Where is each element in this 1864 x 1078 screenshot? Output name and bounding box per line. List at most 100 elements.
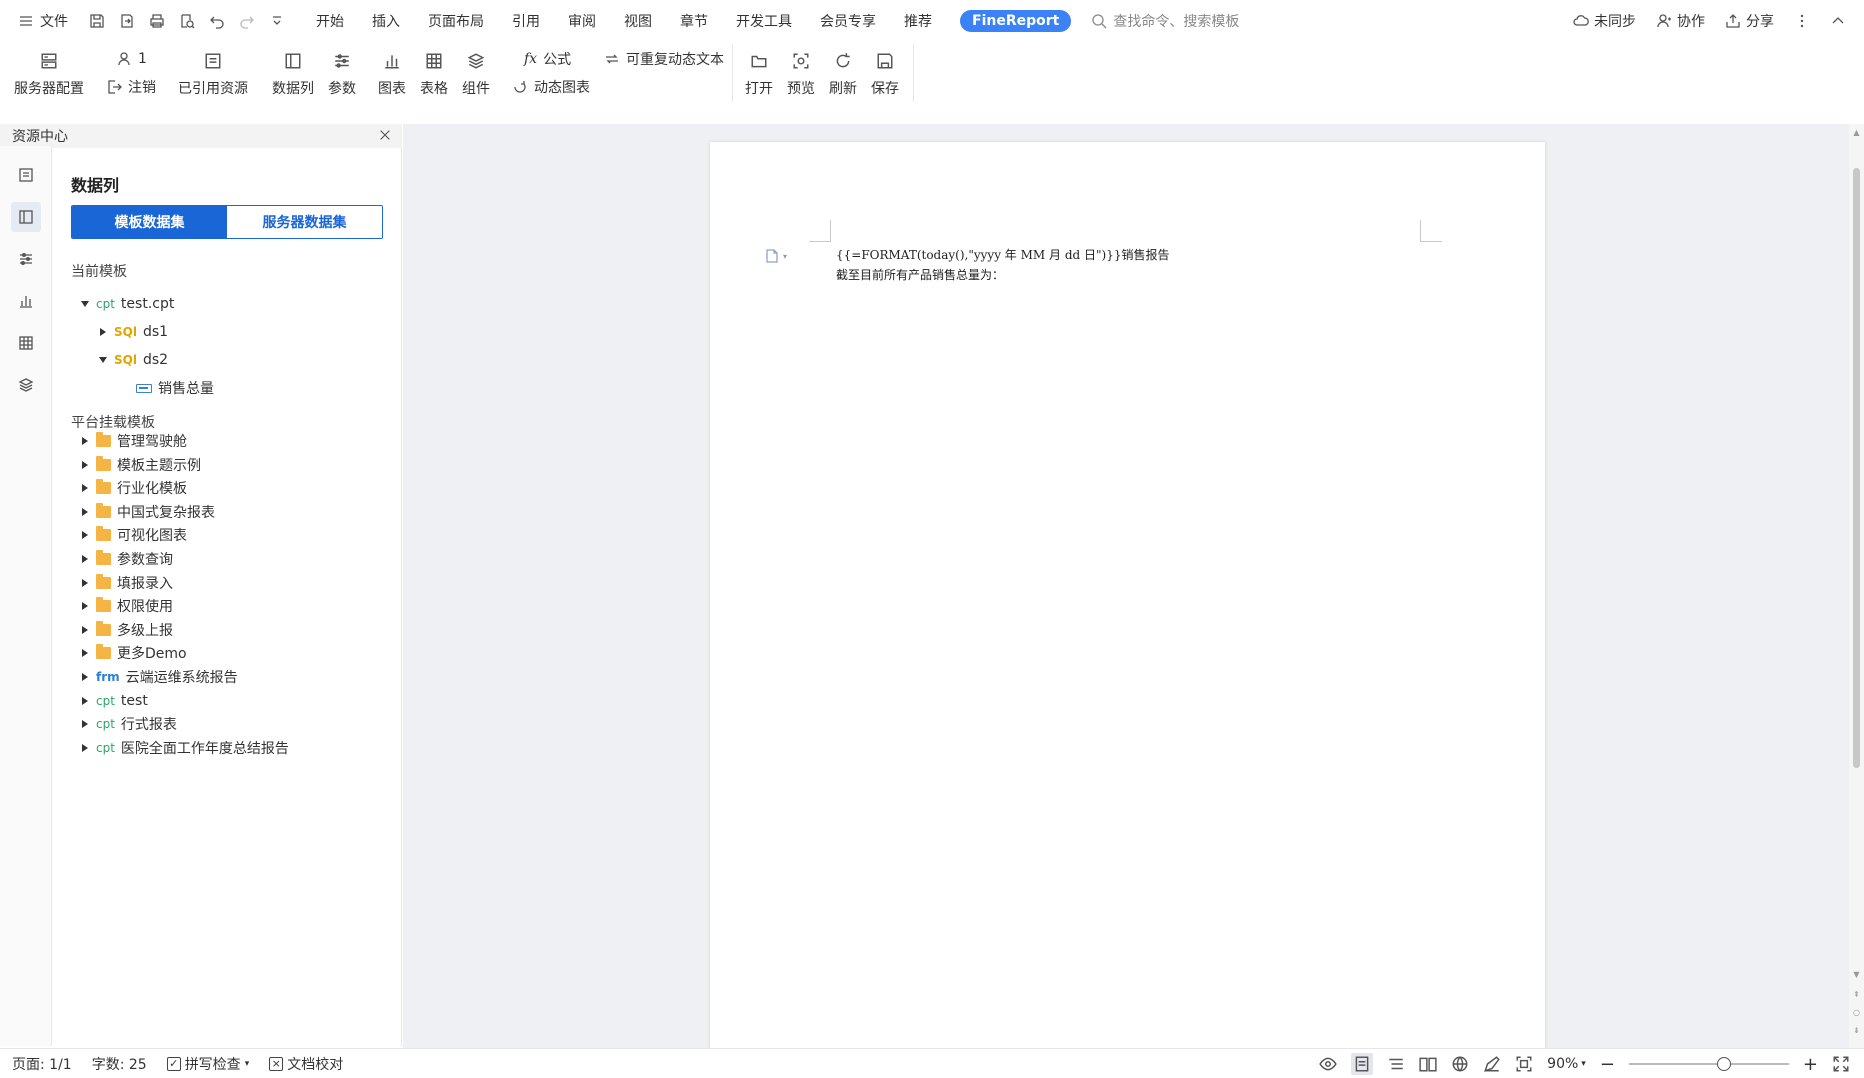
tree-node-ds1[interactable]: SQl ds1	[98, 321, 168, 343]
scroll-down-icon[interactable]: ▼	[1852, 970, 1861, 979]
document-page[interactable]: ▾ {{=FORMAT(today(),"yyyy 年 MM 月 dd 日")}…	[710, 142, 1545, 1062]
fit-page-icon[interactable]	[1515, 1055, 1533, 1073]
dynamic-chart-button[interactable]: 动态图表	[512, 76, 590, 98]
web-view-icon[interactable]	[1451, 1055, 1469, 1073]
vertical-scrollbar[interactable]: ▲ ▼ ⇞ ○ ⇟	[1849, 124, 1864, 1048]
component-button[interactable]: 组件	[462, 42, 490, 98]
open-button[interactable]: 打开	[745, 42, 773, 98]
platform-tree-item[interactable]: 行业化模板	[80, 477, 187, 499]
tree-node-field-sales-total[interactable]: 销售总量	[136, 377, 214, 399]
data-column-label: 数据列	[272, 81, 314, 97]
print-icon[interactable]	[148, 12, 166, 30]
platform-tree-item[interactable]: 可视化图表	[80, 524, 187, 546]
page-count[interactable]: 页面: 1/1	[12, 1054, 72, 1074]
sync-status[interactable]: 未同步	[1573, 11, 1636, 31]
platform-tree-item[interactable]: cpt test	[80, 690, 148, 712]
scrollbar-thumb[interactable]	[1853, 168, 1860, 768]
rail-chart[interactable]	[0, 280, 52, 322]
proofread-button[interactable]: × 文档校对	[269, 1054, 343, 1074]
tab-references[interactable]: 引用	[512, 11, 540, 31]
scroll-up-icon[interactable]: ▲	[1852, 128, 1861, 137]
platform-tree-item[interactable]: cpt 医院全面工作年度总结报告	[80, 737, 289, 759]
undo-icon[interactable]	[208, 12, 226, 30]
dynamic-chart-icon	[512, 79, 528, 95]
document-line-summary[interactable]: 截至目前所有产品销售总量为：	[836, 266, 1004, 283]
word-count[interactable]: 字数: 25	[92, 1054, 147, 1074]
platform-tree-item[interactable]: 参数查询	[80, 548, 173, 570]
zoom-out-icon[interactable]: −	[1600, 1054, 1615, 1075]
platform-tree-item[interactable]: 权限使用	[80, 595, 173, 617]
print-preview-icon[interactable]	[178, 12, 196, 30]
tab-member[interactable]: 会员专享	[820, 11, 876, 31]
formula-button[interactable]: fx 公式	[512, 48, 590, 70]
platform-tree-item[interactable]: 更多Demo	[80, 642, 187, 664]
reading-mode-icon[interactable]	[1419, 1055, 1437, 1073]
save-button[interactable]: 保存	[871, 42, 899, 98]
tree-node-test-cpt[interactable]: cpt test.cpt	[80, 293, 174, 315]
close-icon[interactable]	[378, 128, 392, 142]
chart-button[interactable]: 图表	[378, 42, 406, 98]
zoom-level[interactable]: 90% ▾	[1547, 1056, 1586, 1072]
tab-review[interactable]: 审阅	[568, 11, 596, 31]
data-column-button[interactable]: 数据列	[272, 42, 314, 98]
zoom-slider[interactable]	[1628, 1057, 1789, 1071]
tab-start[interactable]: 开始	[316, 11, 344, 31]
zoom-in-icon[interactable]: +	[1803, 1054, 1818, 1075]
rail-params[interactable]	[0, 238, 52, 280]
server-config-button[interactable]: 服务器配置	[14, 42, 84, 98]
server-dataset-tab[interactable]: 服务器数据集	[227, 206, 382, 238]
tab-page-layout[interactable]: 页面布局	[428, 11, 484, 31]
tab-chapter[interactable]: 章节	[680, 11, 708, 31]
platform-tree-item[interactable]: 填报录入	[80, 572, 173, 594]
fullscreen-icon[interactable]	[1832, 1055, 1850, 1073]
tab-insert[interactable]: 插入	[372, 11, 400, 31]
rail-component[interactable]	[0, 364, 52, 406]
prev-page-icon[interactable]: ⇞	[1852, 990, 1861, 999]
redo-icon[interactable]	[238, 12, 256, 30]
eye-protection-icon[interactable]	[1319, 1055, 1337, 1073]
preview-button[interactable]: 预览	[787, 42, 815, 98]
collapse-ribbon-icon[interactable]	[1830, 13, 1846, 29]
logout-button[interactable]: 注销	[106, 76, 156, 98]
spellcheck-button[interactable]: ✓ 拼写检查 ▾	[166, 1054, 249, 1074]
table-button[interactable]: 表格	[420, 42, 448, 98]
tab-finereport[interactable]: FineReport	[960, 10, 1072, 32]
customize-toolbar-icon[interactable]	[268, 12, 286, 30]
pen-icon[interactable]	[1483, 1055, 1501, 1073]
export-icon[interactable]	[118, 12, 136, 30]
rail-table[interactable]	[0, 322, 52, 364]
more-options-icon[interactable]	[1794, 13, 1810, 29]
command-search[interactable]: 查找命令、搜索模板	[1091, 11, 1239, 31]
paragraph-options-button[interactable]: ▾	[764, 248, 787, 264]
platform-tree-item[interactable]: 中国式复杂报表	[80, 501, 215, 523]
platform-tree-item[interactable]: 多级上报	[80, 619, 173, 641]
select-browse-icon[interactable]: ○	[1852, 1008, 1861, 1017]
file-menu[interactable]: 文件	[14, 7, 72, 35]
tab-developer[interactable]: 开发工具	[736, 11, 792, 31]
sql-dataset-icon: SQl	[114, 325, 137, 339]
save-icon[interactable]	[88, 12, 106, 30]
platform-tree-item[interactable]: 模板主题示例	[80, 454, 201, 476]
tab-recommend[interactable]: 推荐	[904, 11, 932, 31]
repeatable-text-button[interactable]: 可重复动态文本	[604, 48, 724, 70]
document-line-formula[interactable]: {{=FORMAT(today(),"yyyy 年 MM 月 dd 日")}}销…	[836, 246, 1169, 263]
page-view-icon[interactable]	[1351, 1053, 1374, 1075]
platform-tree-item[interactable]: cpt 行式报表	[80, 713, 177, 735]
tree-node-ds2[interactable]: SQl ds2	[98, 349, 168, 371]
sql-dataset-icon: SQl	[114, 353, 137, 367]
zoom-slider-handle[interactable]	[1716, 1057, 1731, 1071]
template-dataset-tab[interactable]: 模板数据集	[72, 206, 227, 238]
share-button[interactable]: 分享	[1725, 11, 1774, 31]
platform-tree-item[interactable]: 管理驾驶舱	[80, 430, 187, 452]
rail-data-column[interactable]	[0, 196, 52, 238]
next-page-icon[interactable]: ⇟	[1852, 1026, 1861, 1035]
outline-view-icon[interactable]	[1387, 1055, 1405, 1073]
platform-tree-item[interactable]: frm 云端运维系统报告	[80, 666, 238, 688]
rail-referenced-resources[interactable]	[0, 154, 52, 196]
tab-view[interactable]: 视图	[624, 11, 652, 31]
user-count[interactable]: 1	[106, 48, 156, 70]
collaborate-button[interactable]: 协作	[1656, 11, 1705, 31]
refresh-button[interactable]: 刷新	[829, 42, 857, 98]
referenced-resources-button[interactable]: 已引用资源	[178, 42, 248, 98]
params-button[interactable]: 参数	[328, 42, 356, 98]
